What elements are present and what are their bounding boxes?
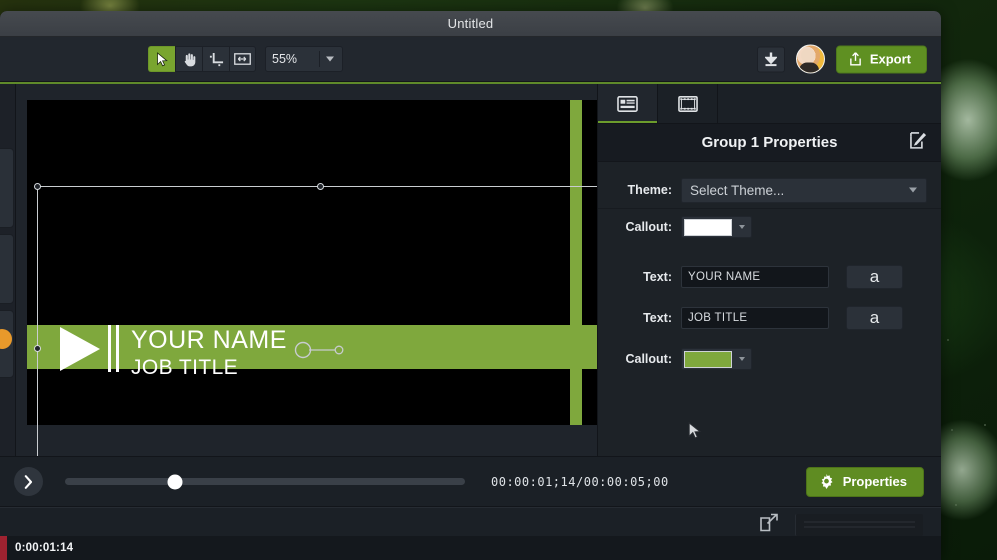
property-row-theme: Theme: Select Theme... xyxy=(598,172,941,208)
export-button[interactable]: Export xyxy=(836,45,927,73)
toolbar-right-group: Export xyxy=(757,45,927,74)
font-button-label: a xyxy=(870,267,879,287)
tool-group: 55% xyxy=(148,46,343,72)
property-row-text-title: Text: JOB TITLE a xyxy=(598,300,941,336)
callout-color-picker[interactable] xyxy=(681,216,752,238)
application-window: Untitled xyxy=(0,11,941,560)
text-title-input[interactable]: JOB TITLE xyxy=(681,307,829,329)
callout-color-2-label: Callout: xyxy=(598,352,681,366)
property-row-callout-color: Callout: xyxy=(598,209,941,245)
text-title-value: JOB TITLE xyxy=(688,312,747,324)
chevron-down-icon xyxy=(909,188,917,193)
callout-text-block: YOUR NAME JOB TITLE xyxy=(131,328,551,378)
font-button-label: a xyxy=(870,308,879,328)
properties-tab-bar xyxy=(598,84,941,124)
crop-icon xyxy=(209,52,224,67)
window-title: Untitled xyxy=(448,16,494,31)
export-label: Export xyxy=(870,52,911,67)
select-tool-button[interactable] xyxy=(148,46,175,72)
text-name-value: YOUR NAME xyxy=(688,271,760,283)
zoom-select-divider xyxy=(319,51,320,67)
properties-button[interactable]: Properties xyxy=(806,467,924,497)
timeline-separator xyxy=(0,507,941,508)
chevron-down-icon[interactable] xyxy=(739,357,745,361)
tab-media-properties[interactable] xyxy=(658,84,718,123)
rail-panel-item[interactable] xyxy=(0,148,14,228)
chevron-down-icon[interactable] xyxy=(739,225,745,229)
film-strip-icon xyxy=(678,96,698,112)
theme-select[interactable]: Select Theme... xyxy=(681,178,927,203)
timeline-zoom-slider[interactable] xyxy=(795,514,923,536)
left-rail xyxy=(0,84,16,456)
open-in-new-window-icon[interactable] xyxy=(760,513,778,536)
scrubber-knob[interactable] xyxy=(168,474,183,489)
playback-timecode: 00:00:01;14/00:00:05;00 xyxy=(491,475,669,489)
callout-vertical-bar xyxy=(570,100,582,425)
canvas-area[interactable]: YOUR NAME JOB TITLE xyxy=(16,84,597,456)
timeline-track-area[interactable]: 0:00:01:14 xyxy=(0,536,941,560)
crop-tool-button[interactable] xyxy=(202,46,229,72)
callout-title-text: JOB TITLE xyxy=(131,357,551,378)
callout-color-label: Callout: xyxy=(598,220,681,234)
text-title-label: Text: xyxy=(598,311,681,325)
properties-panel: Group 1 Properties Theme: Select Theme..… xyxy=(597,84,941,456)
callout-color-2-swatch[interactable] xyxy=(684,351,732,368)
page-title: Group 1 Properties xyxy=(702,134,838,151)
callout-name-text: YOUR NAME xyxy=(131,328,551,353)
download-arrow-icon xyxy=(765,52,777,66)
text-name-font-button[interactable]: a xyxy=(846,265,903,289)
property-row-text-name: Text: YOUR NAME a xyxy=(598,259,941,295)
user-avatar[interactable] xyxy=(796,45,825,74)
expand-panel-button[interactable] xyxy=(14,467,43,496)
total-time: 00:00:05;00 xyxy=(584,475,669,489)
callout-color-2-picker[interactable] xyxy=(681,348,752,370)
main-toolbar: 55% Export xyxy=(0,37,941,82)
zoom-level-value: 55% xyxy=(272,52,297,66)
zoom-slider-track-lower xyxy=(804,526,915,528)
text-name-label: Text: xyxy=(598,270,681,284)
resize-canvas-icon xyxy=(234,52,251,66)
theme-select-value: Select Theme... xyxy=(690,183,784,198)
properties-button-label: Properties xyxy=(843,474,907,489)
current-time: 00:00:01;14 xyxy=(491,475,576,489)
pause-bars-icon xyxy=(108,325,119,372)
theme-label: Theme: xyxy=(598,183,681,197)
timecode-separator: / xyxy=(576,475,584,489)
hand-tool-button[interactable] xyxy=(175,46,202,72)
window-title-bar[interactable]: Untitled xyxy=(0,11,941,37)
playback-scrubber[interactable] xyxy=(65,478,465,485)
resize-canvas-tool-button[interactable] xyxy=(229,46,256,72)
hand-icon xyxy=(182,52,197,67)
chevron-down-icon xyxy=(326,57,334,62)
mouse-cursor xyxy=(688,422,702,445)
share-upload-icon xyxy=(849,52,862,67)
gear-icon xyxy=(819,474,834,489)
callout-color-swatch[interactable] xyxy=(684,219,732,236)
download-button[interactable] xyxy=(757,46,785,72)
zoom-level-select[interactable]: 55% xyxy=(265,46,343,72)
chevron-right-icon xyxy=(24,475,33,489)
main-area: YOUR NAME JOB TITLE xyxy=(0,84,941,456)
playback-bar: 00:00:01;14/00:00:05;00 Properties xyxy=(0,456,941,506)
edit-pencil-icon[interactable] xyxy=(910,132,927,154)
zoom-slider-track-upper xyxy=(804,521,915,523)
cursor-arrow-icon xyxy=(156,52,169,67)
properties-header: Group 1 Properties xyxy=(598,124,941,162)
rail-panel-item[interactable] xyxy=(0,234,14,304)
cursor-arrow-icon xyxy=(688,422,702,440)
playhead-timecode: 0:00:01:14 xyxy=(15,542,73,554)
property-row-callout-color-2: Callout: xyxy=(598,341,941,377)
text-title-font-button[interactable]: a xyxy=(846,306,903,330)
play-triangle-icon xyxy=(60,327,100,371)
text-name-input[interactable]: YOUR NAME xyxy=(681,266,829,288)
callout-properties-icon xyxy=(617,96,638,112)
tab-callout-properties[interactable] xyxy=(598,84,658,123)
playhead-marker[interactable] xyxy=(0,536,7,560)
